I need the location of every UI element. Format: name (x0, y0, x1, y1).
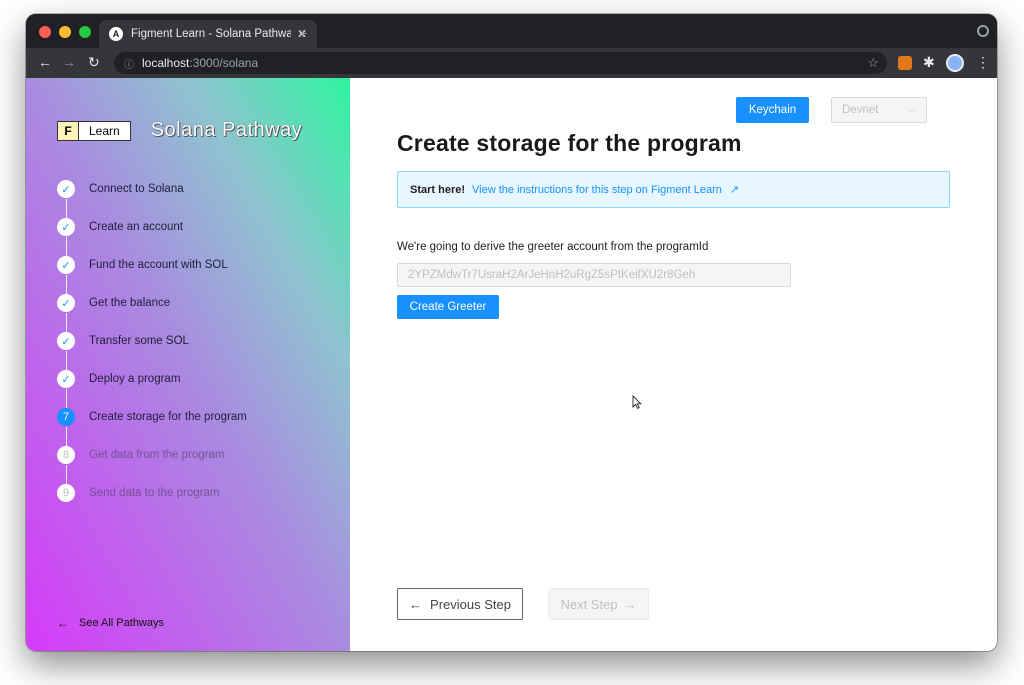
step-connector (65, 389, 67, 408)
check-icon: ✓ (57, 218, 75, 236)
extensions-icon[interactable]: ✱ (923, 54, 935, 71)
browser-toolbar: ← → ↻ ⓘ localhost :3000/solana ☆ ✱ ⋮ (26, 48, 997, 78)
profile-icon[interactable] (946, 54, 964, 72)
network-select[interactable]: Devnet ⌵ (831, 97, 927, 123)
tab-search-icon[interactable] (977, 25, 989, 37)
instructions-alert: Start here! View the instructions for th… (397, 171, 950, 208)
tab-title: Figment Learn - Solana Pathway (131, 28, 291, 40)
step-label: Create storage for the program (89, 411, 247, 423)
tab-strip: A Figment Learn - Solana Pathway ✕ + (26, 14, 997, 48)
metamask-icon[interactable] (898, 56, 912, 70)
external-link-icon[interactable]: ↗ (730, 183, 739, 196)
see-all-pathways-link[interactable]: ← See All Pathways (57, 616, 164, 630)
step-item[interactable]: 8 Get data from the program (57, 446, 247, 484)
favicon-icon: A (109, 27, 123, 41)
step-connector (65, 351, 67, 370)
step-item[interactable]: ✓ Create an account (57, 218, 247, 256)
step-item[interactable]: ✓ Transfer some SOL (57, 332, 247, 370)
step-connector (65, 275, 67, 294)
back-icon[interactable]: ← (38, 54, 52, 70)
arrow-left-icon: ← (409, 596, 423, 612)
see-all-label: See All Pathways (79, 617, 164, 629)
step-connector (65, 465, 67, 484)
step-connector (65, 199, 67, 218)
check-icon: ✓ (57, 294, 75, 312)
previous-step-label: Previous Step (430, 596, 511, 612)
step-number: 7 (57, 408, 75, 426)
step-item[interactable]: ✓ Connect to Solana (57, 180, 247, 218)
derive-description: We're going to derive the greeter accoun… (397, 241, 709, 253)
keychain-button[interactable]: Keychain (736, 97, 809, 123)
step-label: Fund the account with SOL (89, 259, 228, 271)
browser-tab[interactable]: A Figment Learn - Solana Pathway ✕ (99, 20, 317, 48)
step-item[interactable]: ✓ Fund the account with SOL (57, 256, 247, 294)
browser-window: A Figment Learn - Solana Pathway ✕ + ← →… (26, 14, 997, 651)
step-number: 9 (57, 484, 75, 502)
mouse-cursor-icon (632, 395, 642, 409)
step-connector (65, 313, 67, 332)
star-icon[interactable]: ☆ (867, 55, 879, 71)
step-item-current[interactable]: 7 Create storage for the program (57, 408, 247, 446)
site-info-icon[interactable]: ⓘ (124, 56, 134, 71)
step-label: Send data to the program (89, 487, 220, 499)
reload-icon[interactable]: ↻ (88, 54, 100, 70)
arrow-left-icon: ← (57, 616, 69, 630)
check-icon: ✓ (57, 332, 75, 350)
brand: F Learn Solana Pathway (57, 119, 302, 142)
new-tab-button[interactable]: + (299, 25, 307, 41)
check-icon: ✓ (57, 256, 75, 274)
step-label: Transfer some SOL (89, 335, 189, 347)
url-host: localhost (142, 56, 190, 70)
next-step-label: Next Step (560, 596, 618, 612)
check-icon: ✓ (57, 370, 75, 388)
logo-learn: Learn (79, 120, 131, 141)
step-item[interactable]: 9 Send data to the program (57, 484, 247, 522)
logo-f: F (57, 120, 79, 141)
network-value: Devnet (842, 104, 879, 116)
url-path: :3000/solana (189, 56, 259, 70)
sidebar: F Learn Solana Pathway ✓ Connect to Sola… (26, 78, 350, 651)
step-label: Connect to Solana (89, 183, 184, 195)
chevron-down-icon: ⌵ (908, 104, 916, 116)
program-id-input[interactable] (397, 263, 791, 287)
forward-icon[interactable]: → (62, 54, 76, 70)
minimize-window-button[interactable] (59, 26, 71, 38)
close-window-button[interactable] (39, 26, 51, 38)
instructions-link[interactable]: View the instructions for this step on F… (472, 184, 722, 196)
step-label: Get the balance (89, 297, 171, 309)
step-item[interactable]: ✓ Get the balance (57, 294, 247, 332)
check-icon: ✓ (57, 180, 75, 198)
step-connector (65, 427, 67, 446)
page-title: Create storage for the program (397, 130, 742, 156)
step-label: Deploy a program (89, 373, 181, 385)
page: F Learn Solana Pathway ✓ Connect to Sola… (26, 78, 997, 651)
next-step-button[interactable]: Next Step → (548, 588, 649, 620)
step-number: 8 (57, 446, 75, 464)
main-content: Keychain Devnet ⌵ Create storage for the… (350, 78, 997, 651)
pathway-title: Solana Pathway (150, 119, 303, 141)
step-connector (65, 237, 67, 256)
step-label: Get data from the program (89, 449, 225, 461)
step-label: Create an account (89, 221, 183, 233)
step-item[interactable]: ✓ Deploy a program (57, 370, 247, 408)
create-greeter-button[interactable]: Create Greeter (397, 295, 499, 319)
address-bar[interactable]: ⓘ localhost :3000/solana ☆ (114, 52, 887, 74)
menu-icon[interactable]: ⋮ (976, 54, 990, 71)
previous-step-button[interactable]: ← Previous Step (397, 588, 523, 620)
maximize-window-button[interactable] (79, 26, 91, 38)
arrow-right-icon: → (623, 596, 637, 612)
step-list: ✓ Connect to Solana ✓ Create an account … (57, 180, 247, 522)
alert-strong: Start here! (410, 183, 466, 196)
